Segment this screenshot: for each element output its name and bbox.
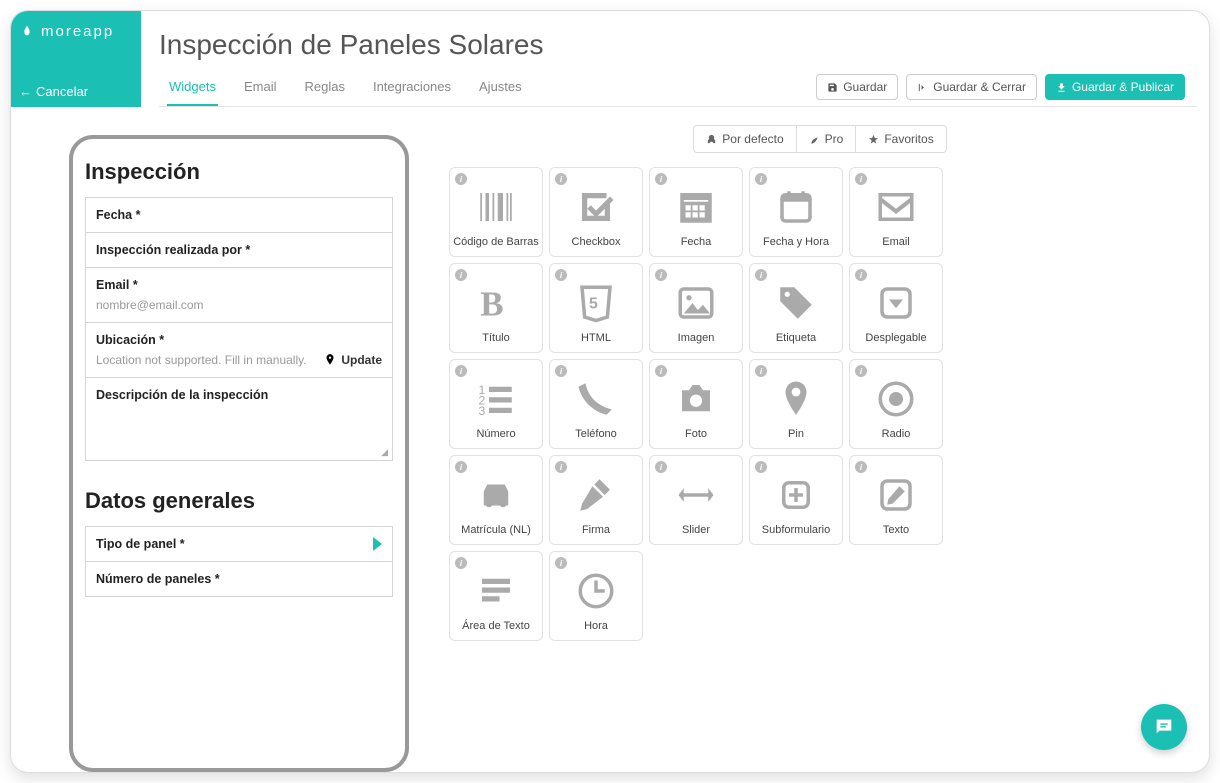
widget-grid: Código de BarrasCheckboxFechaFecha y Hor… bbox=[449, 167, 1191, 641]
save-button[interactable]: Guardar bbox=[816, 74, 898, 100]
widget-photo[interactable]: Foto bbox=[649, 359, 743, 449]
section-title: Datos generales bbox=[85, 488, 393, 514]
widget-subform[interactable]: Subformulario bbox=[749, 455, 843, 545]
chevron-right-icon bbox=[373, 537, 382, 551]
widget-heading[interactable]: BTítulo bbox=[449, 263, 543, 353]
info-icon[interactable] bbox=[455, 269, 467, 281]
info-icon[interactable] bbox=[455, 173, 467, 185]
info-icon[interactable] bbox=[855, 173, 867, 185]
form-field[interactable]: Ubicación *Location not supported. Fill … bbox=[85, 322, 393, 378]
widget-plate[interactable]: Matrícula (NL) bbox=[449, 455, 543, 545]
widget-date[interactable]: Fecha bbox=[649, 167, 743, 257]
widget-radio[interactable]: Radio bbox=[849, 359, 943, 449]
info-icon[interactable] bbox=[555, 557, 567, 569]
tab-ajustes[interactable]: Ajustes bbox=[477, 69, 524, 106]
form-field[interactable]: Descripción de la inspección◢ bbox=[85, 377, 393, 461]
svg-text:5: 5 bbox=[589, 295, 598, 312]
info-icon[interactable] bbox=[555, 461, 567, 473]
info-icon[interactable] bbox=[655, 173, 667, 185]
form-field[interactable]: Inspección realizada por * bbox=[85, 232, 393, 268]
form-preview: Inspección Fecha *Inspección realizada p… bbox=[69, 135, 409, 772]
widget-select[interactable]: Desplegable bbox=[849, 263, 943, 353]
widget-checkbox[interactable]: Checkbox bbox=[549, 167, 643, 257]
info-icon[interactable] bbox=[655, 461, 667, 473]
widget-number[interactable]: 123Número bbox=[449, 359, 543, 449]
widget-textarea[interactable]: Área de Texto bbox=[449, 551, 543, 641]
brand-logo: moreapp bbox=[19, 23, 133, 40]
form-field[interactable]: Fecha * bbox=[85, 197, 393, 233]
svg-text:B: B bbox=[480, 284, 503, 323]
info-icon[interactable] bbox=[455, 365, 467, 377]
page-title: Inspección de Paneles Solares bbox=[159, 29, 1197, 61]
filter-pro[interactable]: Pro bbox=[797, 125, 857, 153]
info-icon[interactable] bbox=[855, 461, 867, 473]
filter-default[interactable]: Por defecto bbox=[693, 125, 796, 153]
widget-image[interactable]: Imagen bbox=[649, 263, 743, 353]
tabs: Widgets Email Reglas Integraciones Ajustes bbox=[159, 69, 532, 106]
widget-time[interactable]: Hora bbox=[549, 551, 643, 641]
save-close-button[interactable]: Guardar & Cerrar bbox=[906, 74, 1037, 100]
widget-slider[interactable]: Slider bbox=[649, 455, 743, 545]
widget-datetime[interactable]: Fecha y Hora bbox=[749, 167, 843, 257]
save-publish-button[interactable]: Guardar & Publicar bbox=[1045, 74, 1185, 100]
info-icon[interactable] bbox=[855, 269, 867, 281]
info-icon[interactable] bbox=[755, 269, 767, 281]
widget-phone[interactable]: Teléfono bbox=[549, 359, 643, 449]
info-icon[interactable] bbox=[855, 365, 867, 377]
info-icon[interactable] bbox=[455, 461, 467, 473]
form-field[interactable]: Tipo de panel * bbox=[85, 526, 393, 562]
filter-favorites[interactable]: Favoritos bbox=[856, 125, 946, 153]
info-icon[interactable] bbox=[555, 269, 567, 281]
widget-pin[interactable]: Pin bbox=[749, 359, 843, 449]
widget-tag[interactable]: Etiqueta bbox=[749, 263, 843, 353]
info-icon[interactable] bbox=[555, 173, 567, 185]
info-icon[interactable] bbox=[455, 557, 467, 569]
form-field[interactable]: Email *nombre@email.com bbox=[85, 267, 393, 323]
tab-integraciones[interactable]: Integraciones bbox=[371, 69, 453, 106]
widget-email[interactable]: Email bbox=[849, 167, 943, 257]
tab-widgets[interactable]: Widgets bbox=[167, 69, 218, 106]
widget-barcode[interactable]: Código de Barras bbox=[449, 167, 543, 257]
widget-text[interactable]: Texto bbox=[849, 455, 943, 545]
widget-html[interactable]: 5HTML bbox=[549, 263, 643, 353]
chat-fab[interactable] bbox=[1141, 704, 1187, 750]
form-field[interactable]: Número de paneles * bbox=[85, 561, 393, 597]
info-icon[interactable] bbox=[655, 269, 667, 281]
info-icon[interactable] bbox=[655, 365, 667, 377]
info-icon[interactable] bbox=[755, 365, 767, 377]
svg-text:3: 3 bbox=[479, 404, 486, 418]
info-icon[interactable] bbox=[555, 365, 567, 377]
update-location-button[interactable]: Update bbox=[323, 353, 382, 367]
tab-email[interactable]: Email bbox=[242, 69, 279, 106]
info-icon[interactable] bbox=[755, 461, 767, 473]
section-title: Inspección bbox=[85, 159, 393, 185]
tab-reglas[interactable]: Reglas bbox=[302, 69, 346, 106]
info-icon[interactable] bbox=[755, 173, 767, 185]
widget-sign[interactable]: Firma bbox=[549, 455, 643, 545]
cancel-button[interactable]: ←Cancelar bbox=[19, 84, 133, 99]
